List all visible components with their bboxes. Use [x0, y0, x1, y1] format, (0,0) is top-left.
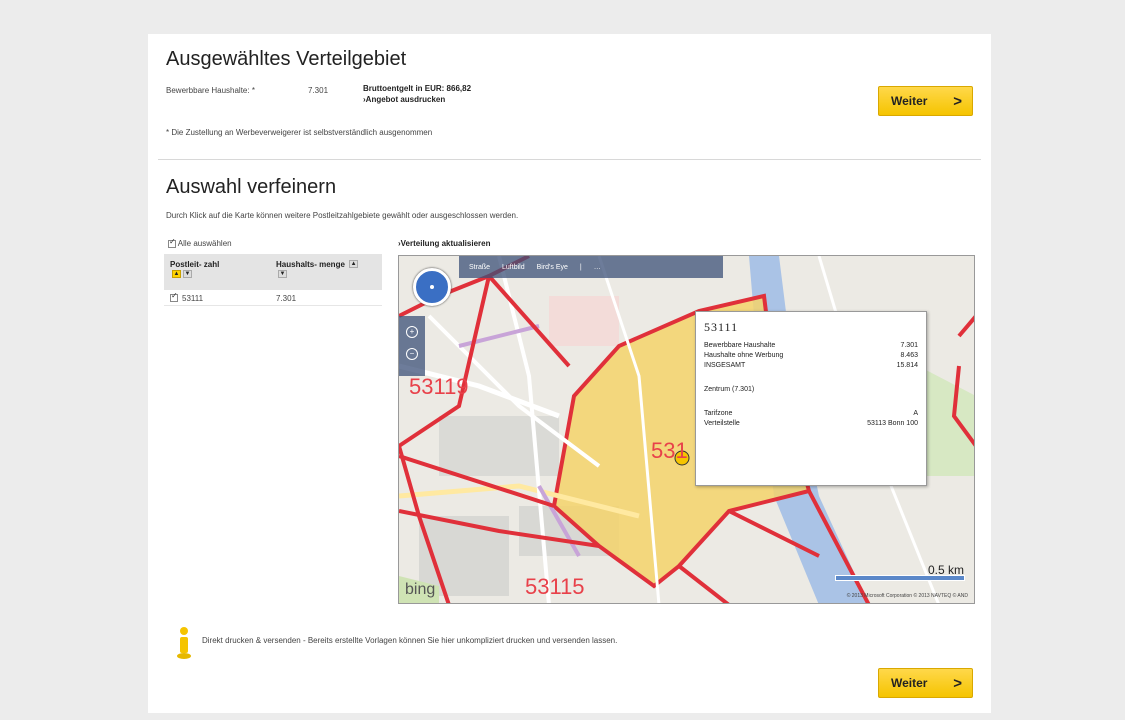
info-person-icon	[176, 626, 192, 660]
next-button-label: Weiter	[891, 676, 928, 690]
sort-asc-icon[interactable]: ▲	[349, 260, 359, 268]
popup-row: Bewerbbare Haushalte 7.301	[704, 342, 918, 349]
price-line: Bruttoentgelt in EUR: 866,82	[363, 84, 472, 93]
refine-description: Durch Klick auf die Karte können weitere…	[166, 211, 519, 220]
refresh-distribution-link[interactable]: ›Verteilung aktualisieren	[398, 239, 490, 248]
footer-notice: Direkt drucken & versenden - Bereits ers…	[202, 636, 618, 645]
map-scale-bar	[835, 575, 965, 581]
row-households: 7.301	[276, 294, 297, 303]
table-row[interactable]: 53111 7.301	[164, 290, 382, 306]
print-offer-link[interactable]: ›Angebot ausdrucken	[363, 95, 445, 104]
select-all-checkbox[interactable]	[168, 237, 176, 248]
select-all-label: Alle auswählen	[177, 239, 232, 248]
households-value: 7.301	[308, 86, 329, 95]
map-toolbar-more[interactable]: …	[594, 264, 601, 271]
map-label-west: 53119	[409, 374, 469, 399]
row-plz: 53111	[182, 294, 204, 303]
bing-logo: bing	[405, 581, 436, 598]
map-tab-birdseye[interactable]: Bird's Eye	[537, 264, 568, 271]
section-title-refine: Auswahl verfeinern	[166, 176, 337, 198]
sort-asc-icon[interactable]: ▲	[172, 270, 181, 278]
map-compass-icon[interactable]	[413, 268, 451, 306]
plz-table: Postleit- zahl ▲▼ Haushalts- menge ▲▼ 53…	[164, 254, 382, 306]
sort-desc-icon[interactable]: ▼	[278, 270, 287, 278]
map-toolbar-separator: |	[579, 263, 582, 271]
popup-title: 53111	[704, 320, 739, 334]
popup-office: Verteilstelle 53113 Bonn 100	[704, 420, 918, 427]
households-label: Bewerbbare Haushalte: *	[166, 86, 255, 95]
table-header: Postleit- zahl ▲ ▼ Haushalts- menge ▲▼	[164, 254, 382, 290]
next-button-top[interactable]: Weiter >	[878, 86, 973, 116]
map-tab-aerial[interactable]: Luftbild	[502, 264, 525, 271]
map-label-center: 531	[651, 438, 688, 463]
sort-desc-icon[interactable]: ▼	[183, 270, 192, 278]
chevron-right-icon: >	[953, 92, 962, 110]
column-header-plz[interactable]: Postleit- zahl ▲ ▼	[170, 260, 230, 280]
zoom-out-icon[interactable]: −	[406, 348, 418, 360]
section-title-selected-area: Ausgewähltes Verteilgebiet	[166, 48, 407, 70]
popup-row: Haushalte ohne Werbung 8.463	[704, 352, 918, 359]
popup-district: Zentrum (7.301)	[704, 386, 755, 393]
next-button-label: Weiter	[891, 94, 928, 108]
map-tab-road[interactable]: Straße	[469, 264, 490, 271]
section-divider	[158, 159, 981, 160]
map-copyright: © 2013 Microsoft Corporation © 2013 NAVT…	[846, 593, 968, 599]
select-all-row[interactable]: Alle auswählen	[168, 237, 232, 248]
column-header-households[interactable]: Haushalts- menge ▲▼	[276, 260, 366, 280]
map-toolbar: Straße Luftbild Bird's Eye | …	[459, 256, 723, 278]
map-info-popup: 53111 Bewerbbare Haushalte 7.301 Haushalt…	[695, 311, 927, 486]
main-card: Ausgewähltes Verteilgebiet Bewerbbare Ha…	[148, 34, 991, 713]
popup-row: INSGESAMT 15.814	[704, 362, 918, 369]
distribution-map[interactable]: Straße Luftbild Bird's Eye | … + − 53119…	[398, 255, 975, 604]
next-button-bottom[interactable]: Weiter >	[878, 668, 973, 698]
footnote: * Die Zustellung an Werbeverweigerer ist…	[166, 128, 433, 137]
chevron-right-icon: >	[953, 674, 962, 692]
row-checkbox[interactable]	[170, 291, 178, 302]
popup-tariff: Tarifzone A	[704, 410, 918, 417]
map-zoom-panel: + −	[399, 316, 425, 376]
map-label-south: 53115	[525, 574, 585, 599]
zoom-in-icon[interactable]: +	[406, 326, 418, 338]
